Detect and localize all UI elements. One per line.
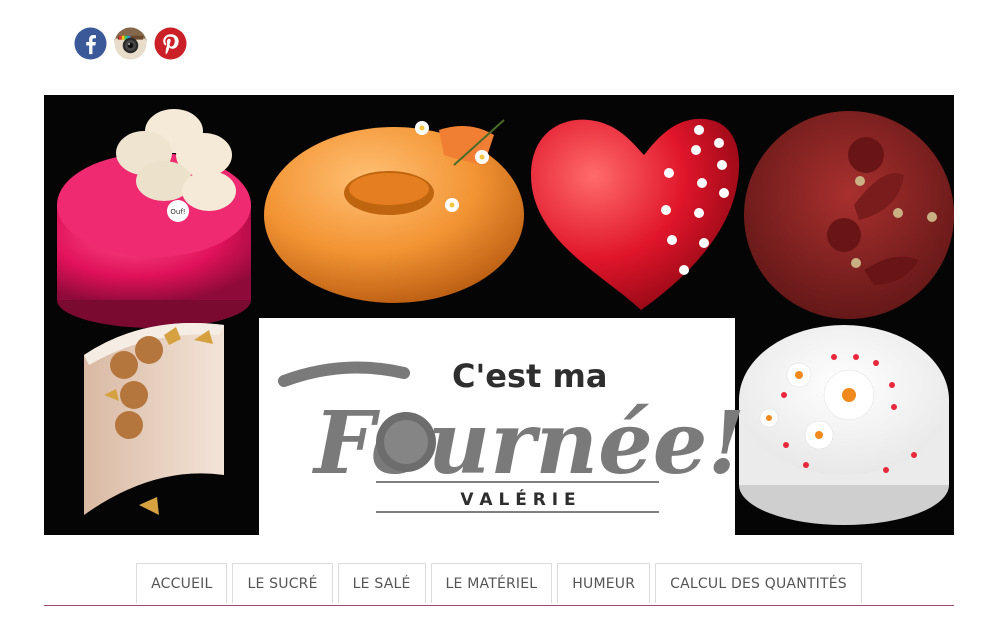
logo-tagline: C'est ma: [452, 357, 607, 395]
burgundy-tart-photo: [744, 111, 954, 319]
instagram-icon[interactable]: [114, 27, 147, 60]
logo-author: V A L É R I E: [460, 488, 575, 510]
social-links: [74, 27, 187, 61]
red-heart-photo: [531, 118, 740, 310]
nav-item-le-sale[interactable]: LE SALÉ: [337, 563, 426, 603]
nav-item-calcul-des-quantites[interactable]: CALCUL DES QUANTITÉS: [655, 563, 862, 603]
orange-donut-photo: [264, 119, 524, 303]
header-banner[interactable]: Ouf! C'est ma Fournée! V A L É R I E: [44, 95, 954, 535]
pinterest-icon[interactable]: [154, 27, 187, 60]
facebook-icon[interactable]: [74, 27, 107, 60]
white-flower-cake-photo: [739, 325, 949, 525]
nav-item-humeur[interactable]: HUMEUR: [557, 563, 651, 603]
main-navigation: ACCUEIL LE SUCRÉ LE SALÉ LE MATÉRIEL HUM…: [44, 563, 954, 606]
banner-collage: Ouf! C'est ma Fournée! V A L É R I E: [57, 109, 954, 535]
nav-item-le-materiel[interactable]: LE MATÉRIEL: [430, 563, 553, 603]
cream-buche-photo: [84, 323, 224, 515]
nav-item-le-sucre[interactable]: LE SUCRÉ: [232, 563, 333, 603]
pink-cake-photo: Ouf!: [57, 109, 251, 328]
cake-badge-text: Ouf!: [170, 208, 185, 216]
site-logo: C'est ma Fournée! V A L É R I E: [259, 318, 745, 535]
nav-item-accueil[interactable]: ACCUEIL: [136, 563, 228, 603]
